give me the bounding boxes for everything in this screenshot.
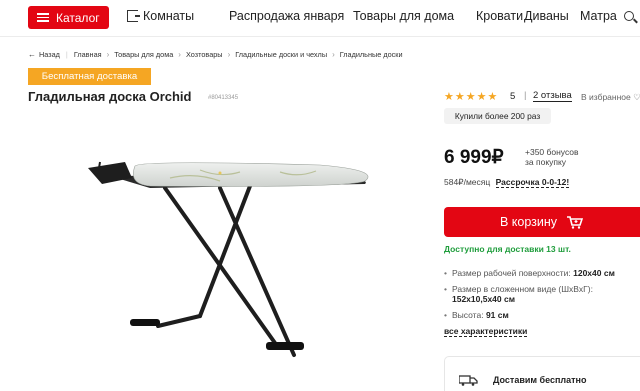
spec-value: 120x40 см	[573, 268, 615, 278]
all-specs-link[interactable]: все характеристики	[444, 326, 528, 337]
search-icon[interactable]	[624, 11, 634, 21]
nav-link-beds[interactable]: Кровати	[476, 9, 523, 23]
purchase-count-badge: Купили более 200 раз	[444, 108, 551, 124]
cart-icon	[567, 215, 584, 229]
truck-icon	[459, 375, 478, 386]
breadcrumb: ← Назад | Главная › Товары для дома › Хо…	[28, 48, 403, 60]
add-to-cart-button[interactable]: В корзину	[444, 207, 640, 237]
free-delivery-badge: Бесплатная доставка	[28, 68, 151, 85]
spec-item: Размер в сложенном виде (ШхВхГ):152x10,5…	[444, 284, 615, 305]
bonus-info: +350 бонусов за покупку	[525, 147, 579, 167]
rating-divider: |	[524, 90, 527, 101]
catalog-label: Каталог	[56, 10, 100, 25]
star-icon: ★	[465, 91, 476, 103]
heart-icon: ♡	[633, 92, 640, 102]
bonus-note: за покупку	[525, 157, 567, 167]
breadcrumb-item[interactable]: Главная	[74, 50, 102, 59]
star-icon: ★	[454, 91, 465, 103]
page-title: Гладильная доска Orchid	[28, 89, 192, 104]
spec-value: 91 см	[485, 309, 509, 320]
star-icon: ★	[487, 91, 498, 103]
menu-icon	[37, 13, 49, 22]
reviews-link[interactable]: 2 отзыва	[533, 91, 572, 102]
specs-list: Размер рабочей поверхности: 120x40 см Ра…	[444, 268, 615, 325]
nav-link-home-goods[interactable]: Товары для дома	[353, 9, 454, 23]
breadcrumb-item[interactable]: Гладильные доски и чехлы	[235, 50, 327, 59]
door-icon	[127, 10, 140, 22]
installment-link[interactable]: Рассрочка 0-0-12!	[495, 177, 570, 188]
spec-item: Размер рабочей поверхности: 120x40 см	[444, 268, 615, 279]
nav-link-sofas[interactable]: Диваны	[524, 9, 569, 23]
rating-value: 5	[510, 91, 516, 102]
catalog-button[interactable]: Каталог	[28, 6, 109, 29]
breadcrumb-divider: |	[65, 49, 68, 59]
monthly-payment: 584₽/месяц Рассрочка 0-0-12!	[444, 177, 570, 188]
product-sku: #80413345	[208, 95, 239, 101]
chevron-right-icon: ›	[332, 49, 335, 59]
add-to-favorites-link[interactable]: В избранное ♡	[581, 92, 640, 103]
spec-label: Размер в сложенном виде (ШхВхГ):	[452, 283, 593, 294]
star-icon: ★	[476, 91, 487, 103]
breadcrumb-item[interactable]: Хозтовары	[186, 50, 223, 59]
bonus-amount: +350 бонусов	[525, 147, 579, 157]
rooms-menu[interactable]: Комнаты	[127, 9, 194, 23]
chevron-right-icon: ›	[178, 49, 181, 59]
price: 6 999₽	[444, 147, 504, 168]
spec-value: 152x10,5x40 см	[452, 294, 516, 304]
delivery-card[interactable]: Доставим бесплатно	[444, 356, 640, 391]
spec-label: Высота:	[452, 309, 484, 320]
breadcrumb-item[interactable]: Гладильные доски	[340, 50, 403, 59]
nav-link-sale[interactable]: Распродажа января	[229, 9, 344, 23]
rooms-label: Комнаты	[143, 9, 195, 23]
favorites-label: В избранное	[581, 92, 631, 102]
chevron-right-icon: ›	[227, 49, 231, 59]
nav-link-mattresses[interactable]: Матра	[580, 9, 617, 23]
header-divider	[0, 36, 640, 37]
cart-label: В корзину	[500, 215, 558, 229]
spec-item: Высота: 91 см	[444, 310, 615, 321]
breadcrumb-item[interactable]: Товары для дома	[114, 50, 173, 59]
availability-status: Доступно для доставки 13 шт.	[444, 244, 571, 254]
rating-stars: ★ ★ ★ ★ ★	[444, 90, 497, 103]
chevron-right-icon: ›	[106, 49, 110, 59]
spec-label: Размер рабочей поверхности:	[452, 268, 571, 278]
delivery-text: Доставим бесплатно	[493, 375, 587, 385]
monthly-amount: 584₽/месяц	[444, 177, 491, 187]
product-image[interactable]	[80, 148, 380, 373]
back-arrow-icon: ←	[28, 49, 36, 59]
top-navigation: Каталог Комнаты Распродажа января Товары…	[0, 0, 640, 34]
back-link[interactable]: Назад	[39, 50, 60, 59]
star-icon: ★	[444, 91, 454, 103]
